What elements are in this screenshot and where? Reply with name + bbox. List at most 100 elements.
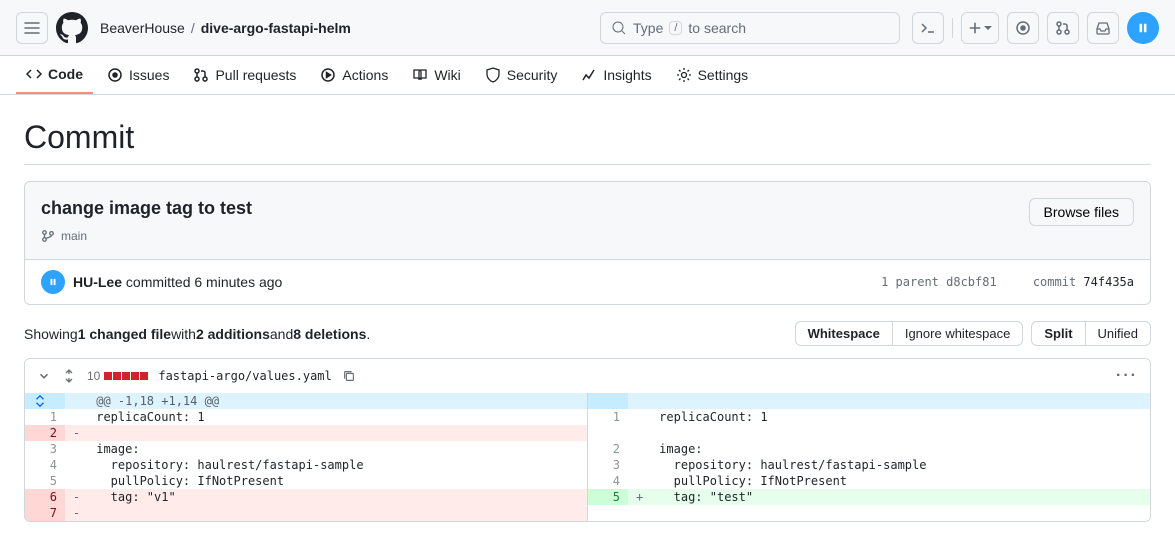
- tab-code[interactable]: Code: [16, 56, 93, 94]
- summary-end: .: [366, 326, 370, 342]
- line-number-right[interactable]: 2: [588, 441, 628, 457]
- tab-insights[interactable]: Insights: [571, 56, 661, 94]
- line-number-left[interactable]: 6: [25, 489, 65, 505]
- summary-mid2: and: [270, 326, 293, 342]
- line-number-left[interactable]: 3: [25, 441, 65, 457]
- line-number-left[interactable]: 7: [25, 505, 65, 521]
- expand-icon[interactable]: [61, 368, 77, 384]
- breadcrumb-owner[interactable]: BeaverHouse: [100, 20, 185, 36]
- summary-dels: 8 deletions: [293, 326, 366, 342]
- branch-icon: [41, 229, 55, 243]
- app-header: BeaverHouse / dive-argo-fastapi-helm Typ…: [0, 0, 1175, 56]
- menu-button[interactable]: [16, 12, 48, 44]
- command-palette-button[interactable]: [912, 12, 944, 44]
- tab-pulls[interactable]: Pull requests: [183, 56, 306, 94]
- author-name[interactable]: HU-Lee: [73, 274, 122, 290]
- issues-button[interactable]: [1007, 12, 1039, 44]
- line-number-left[interactable]: 2: [25, 425, 65, 441]
- diff-row: 5 pullPolicy: IfNotPresent 4 pullPolicy:…: [25, 473, 1150, 489]
- github-logo[interactable]: [56, 12, 88, 44]
- commit-label: commit: [1033, 275, 1076, 289]
- diffstat-blocks: [104, 372, 148, 380]
- tab-settings[interactable]: Settings: [666, 56, 759, 94]
- shield-icon: [485, 67, 501, 83]
- expand-hunk-button[interactable]: [25, 393, 65, 409]
- committed-time: committed 6 minutes ago: [122, 274, 282, 290]
- search-placeholder-post: to search: [688, 20, 746, 36]
- breadcrumb-separator: /: [191, 20, 195, 36]
- file-path[interactable]: fastapi-argo/values.yaml: [158, 369, 331, 383]
- code-cell: image:: [651, 441, 1150, 457]
- code-cell: repository: haulrest/fastapi-sample: [88, 457, 588, 473]
- unified-option[interactable]: Unified: [1085, 322, 1150, 345]
- hunk-text: @@ -1,18 +1,14 @@: [88, 393, 588, 409]
- file-menu-button[interactable]: ···: [1116, 367, 1138, 385]
- search-input[interactable]: Type / to search: [600, 12, 900, 44]
- whitespace-option[interactable]: Whitespace: [796, 322, 892, 345]
- copy-icon[interactable]: [342, 369, 356, 383]
- line-number-right[interactable]: 1: [588, 409, 628, 425]
- github-icon: [56, 12, 88, 44]
- diff-summary: Showing 1 changed file with 2 additions …: [24, 321, 1151, 346]
- diff-row-deletion: 7-: [25, 505, 1150, 521]
- play-icon: [320, 67, 336, 83]
- header-actions: [912, 12, 1159, 44]
- split-option[interactable]: Split: [1032, 322, 1084, 345]
- repo-tabs: Code Issues Pull requests Actions Wiki S…: [0, 56, 1175, 95]
- view-mode-toggle: Split Unified: [1031, 321, 1151, 346]
- author-avatar[interactable]: [41, 270, 65, 294]
- diff-row-deletion: 2-: [25, 425, 1150, 441]
- notifications-button[interactable]: [1087, 12, 1119, 44]
- tab-actions[interactable]: Actions: [310, 56, 398, 94]
- diff-row: 6 - tag: "v1" 5 + tag: "test": [25, 489, 1150, 505]
- book-icon: [412, 67, 428, 83]
- pull-request-icon: [193, 67, 209, 83]
- search-icon: [611, 20, 627, 36]
- search-placeholder-pre: Type: [633, 20, 663, 36]
- code-cell-addition: tag: "test": [651, 489, 1150, 505]
- create-new-button[interactable]: [961, 12, 999, 44]
- branch-name: main: [61, 229, 87, 243]
- code-cell: pullPolicy: IfNotPresent: [88, 473, 588, 489]
- pull-requests-button[interactable]: [1047, 12, 1079, 44]
- user-avatar[interactable]: [1127, 12, 1159, 44]
- tab-security[interactable]: Security: [475, 56, 568, 94]
- line-number-right[interactable]: 4: [588, 473, 628, 489]
- unfold-icon: [33, 394, 47, 408]
- parent-sha[interactable]: d8cbf81: [946, 275, 997, 289]
- issue-icon: [1015, 20, 1031, 36]
- pause-icon: [48, 277, 58, 287]
- line-number-left[interactable]: 4: [25, 457, 65, 473]
- breadcrumb-repo[interactable]: dive-argo-fastapi-helm: [201, 20, 351, 36]
- tab-issues[interactable]: Issues: [97, 56, 179, 94]
- diff-table: @@ -1,18 +1,14 @@ 1 replicaCount: 1 1 re…: [25, 393, 1150, 521]
- diff-row: 1 replicaCount: 1 1 replicaCount: 1: [25, 409, 1150, 425]
- line-number-left[interactable]: 1: [25, 409, 65, 425]
- plus-icon: [968, 21, 982, 35]
- commit-sha: 74f435a: [1083, 275, 1134, 289]
- hunk-header: @@ -1,18 +1,14 @@: [25, 393, 1150, 409]
- commit-box: change image tag to test main Browse fil…: [24, 181, 1151, 305]
- code-cell: pullPolicy: IfNotPresent: [651, 473, 1150, 489]
- code-cell: [88, 505, 588, 521]
- branch-indicator[interactable]: main: [41, 229, 252, 243]
- chevron-down-icon[interactable]: [37, 369, 51, 383]
- code-cell-deletion: tag: "v1": [88, 489, 588, 505]
- tab-wiki-label: Wiki: [434, 67, 460, 83]
- diffstat: 10: [87, 369, 148, 383]
- code-cell: [88, 425, 588, 441]
- search-hotkey: /: [669, 21, 682, 35]
- chevron-down-icon: [984, 24, 992, 32]
- tab-wiki[interactable]: Wiki: [402, 56, 470, 94]
- line-number-right[interactable]: 3: [588, 457, 628, 473]
- line-number-left[interactable]: 5: [25, 473, 65, 489]
- line-number-right[interactable]: 5: [588, 489, 628, 505]
- diff-row: 3 image: 2 image:: [25, 441, 1150, 457]
- ignore-whitespace-option[interactable]: Ignore whitespace: [892, 322, 1023, 345]
- code-icon: [26, 66, 42, 82]
- tab-code-label: Code: [48, 66, 83, 82]
- browse-files-button[interactable]: Browse files: [1029, 198, 1134, 226]
- gear-icon: [676, 67, 692, 83]
- diff-row: 4 repository: haulrest/fastapi-sample 3 …: [25, 457, 1150, 473]
- file-diff: 10 fastapi-argo/values.yaml ··· @@ -1,18…: [24, 358, 1151, 522]
